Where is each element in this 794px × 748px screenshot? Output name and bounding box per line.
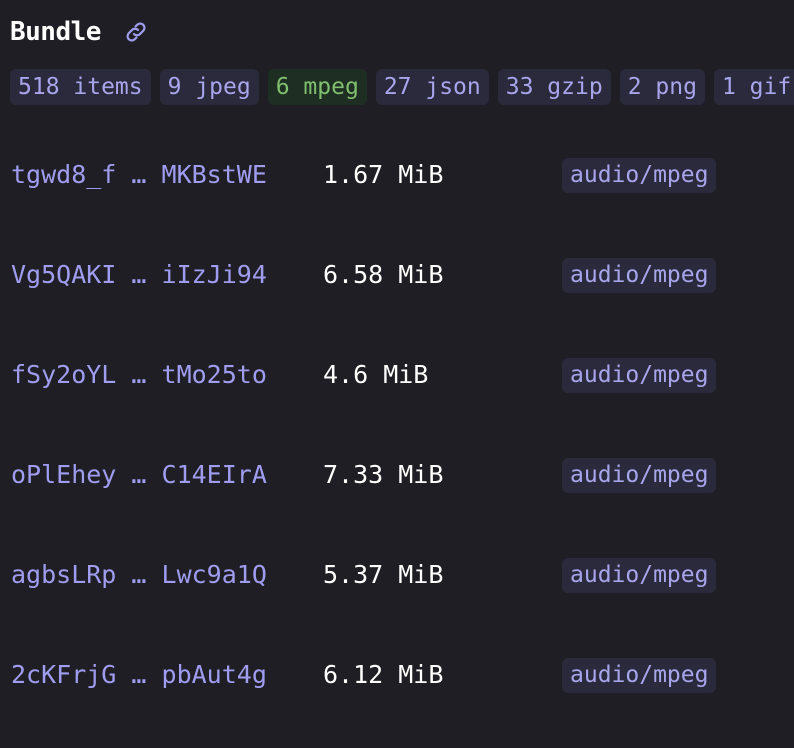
file-size: 4.6 MiB xyxy=(323,360,429,389)
list-item: fSy2oYL … tMo25to 4.6 MiB audio/mpeg xyxy=(0,325,794,425)
file-name-link[interactable]: Vg5QAKI … iIzJi94 xyxy=(11,257,267,293)
file-size: 6.12 MiB xyxy=(323,660,444,689)
mime-type-badge: audio/mpeg xyxy=(562,158,717,193)
file-size: 7.33 MiB xyxy=(323,460,444,489)
file-name-link[interactable]: 2cKFrjG … pbAut4g xyxy=(11,657,267,693)
tag-json[interactable]: 27 json xyxy=(375,69,489,105)
list-item: tgwd8_f … MKBstWE 1.67 MiB audio/mpeg xyxy=(0,125,794,225)
mime-type-badge: audio/mpeg xyxy=(562,458,717,493)
mime-type-badge: audio/mpeg xyxy=(562,258,717,293)
tag-gzip[interactable]: 33 gzip xyxy=(497,69,611,105)
file-name-link[interactable]: fSy2oYL … tMo25to xyxy=(11,357,267,393)
file-size: 5.37 MiB xyxy=(323,560,444,589)
mime-type-badge: audio/mpeg xyxy=(562,658,717,693)
list-item: agbsLRp … Lwc9a1Q 5.37 MiB audio/mpeg xyxy=(0,525,794,625)
filter-tags: 518 items 9 jpeg 6 mpeg 27 json 33 gzip … xyxy=(10,69,794,105)
file-name-link[interactable]: agbsLRp … Lwc9a1Q xyxy=(11,557,267,593)
tag-mpeg[interactable]: 6 mpeg xyxy=(267,69,367,105)
tag-jpeg[interactable]: 9 jpeg xyxy=(159,69,259,105)
file-size: 6.58 MiB xyxy=(323,260,444,289)
mime-type-badge: audio/mpeg xyxy=(562,558,717,593)
tag-gif[interactable]: 1 gif xyxy=(713,69,794,105)
list-item: 2cKFrjG … pbAut4g 6.12 MiB audio/mpeg xyxy=(0,625,794,725)
page-header: Bundle xyxy=(10,14,149,50)
file-name-link[interactable]: tgwd8_f … MKBstWE xyxy=(11,157,267,193)
mime-type-badge: audio/mpeg xyxy=(562,358,717,393)
tag-png[interactable]: 2 png xyxy=(619,69,705,105)
tag-all-items[interactable]: 518 items xyxy=(10,69,151,105)
list-item: Vg5QAKI … iIzJi94 6.58 MiB audio/mpeg xyxy=(0,225,794,325)
file-name-link[interactable]: oPlEhey … C14EIrA xyxy=(11,457,267,493)
link-icon[interactable] xyxy=(123,19,149,45)
page-title: Bundle xyxy=(10,17,101,47)
list-item: oPlEhey … C14EIrA 7.33 MiB audio/mpeg xyxy=(0,425,794,525)
file-size: 1.67 MiB xyxy=(323,160,444,189)
